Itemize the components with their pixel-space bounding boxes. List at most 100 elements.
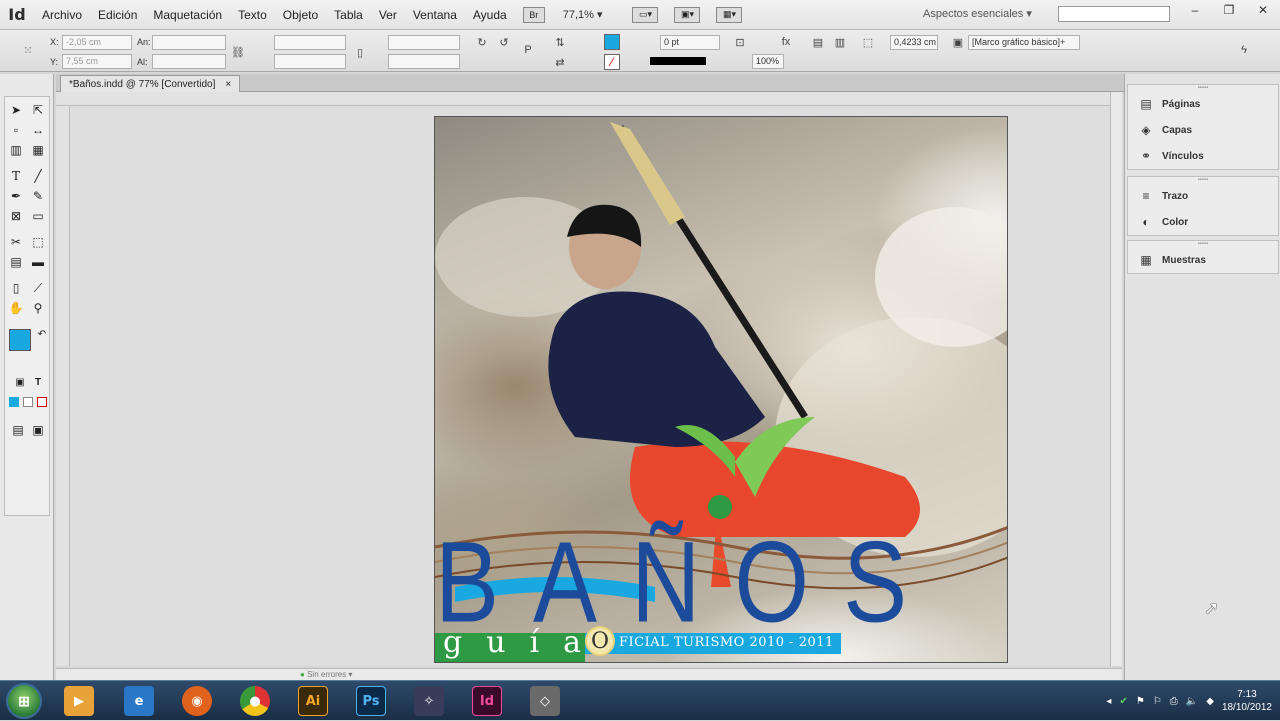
panel-item-paginas[interactable]: ▤ Páginas: [1128, 91, 1278, 117]
direct-selection-tool-icon[interactable]: ⇱: [29, 101, 47, 119]
firefox-icon[interactable]: ◉: [182, 686, 212, 716]
normal-mode-icon[interactable]: ▤: [9, 421, 27, 439]
view-options-icon[interactable]: ▭▾: [632, 6, 659, 23]
object-style-icon[interactable]: ▣: [950, 34, 966, 50]
document-tab[interactable]: *Baños.indd @ 77% [Convertido] ×: [60, 75, 241, 92]
menu-texto[interactable]: Texto: [230, 0, 275, 30]
align-top-icon[interactable]: ▤: [810, 34, 826, 50]
tray-flag-icon[interactable]: ⚐: [1153, 696, 1162, 707]
flip-horizontal-icon[interactable]: ⇅: [552, 34, 568, 50]
rotate-field[interactable]: [388, 35, 460, 50]
y-field[interactable]: 7,55 cm: [62, 54, 132, 69]
menu-maquetacion[interactable]: Maquetación: [145, 0, 230, 30]
eyedropper-tool-icon[interactable]: ⟋: [29, 279, 47, 297]
tray-check-icon[interactable]: ✔: [1119, 696, 1127, 707]
photoshop-icon[interactable]: Ps: [356, 686, 386, 716]
rectangle-frame-tool-icon[interactable]: ⊠: [7, 207, 25, 225]
fitting-field[interactable]: 0,4233 cm: [890, 35, 938, 50]
rotate-ccw-icon[interactable]: ↺: [496, 34, 512, 50]
indesign-icon[interactable]: Id: [472, 686, 502, 716]
fit-content-icon[interactable]: ⊡: [732, 34, 748, 50]
gradient-swatch-tool-icon[interactable]: ▤: [7, 253, 25, 271]
page-tool-icon[interactable]: ▫: [7, 121, 25, 139]
pencil-tool-icon[interactable]: ✎: [29, 187, 47, 205]
apply-none-icon[interactable]: [37, 397, 47, 407]
effects-icon[interactable]: fx: [778, 34, 794, 50]
stroke-weight-field[interactable]: 0 pt: [660, 35, 720, 50]
preview-mode-icon[interactable]: ▣: [29, 421, 47, 439]
restore-icon[interactable]: ❐: [1212, 0, 1246, 20]
gap-tool-icon[interactable]: ↔: [29, 121, 47, 139]
tray-dropbox-icon[interactable]: ◆: [1206, 696, 1214, 707]
constrain-scale-icon[interactable]: ▯: [352, 44, 368, 60]
note-tool-icon[interactable]: ▯: [7, 279, 25, 297]
stroke-swatch[interactable]: ⁄: [604, 54, 620, 70]
tray-volume-icon[interactable]: 🔈: [1186, 696, 1198, 707]
swap-colors-icon[interactable]: ↶: [33, 325, 51, 343]
menu-ventana[interactable]: Ventana: [405, 0, 465, 30]
menu-ayuda[interactable]: Ayuda: [465, 0, 515, 30]
zoom-tool-icon[interactable]: ⚲: [29, 299, 47, 317]
chrome-icon[interactable]: ●: [240, 686, 270, 716]
type-tool-icon[interactable]: T: [7, 167, 25, 185]
scale-y-field[interactable]: [274, 54, 346, 69]
search-input[interactable]: [1058, 6, 1170, 22]
arrange-documents-icon[interactable]: ▦▾: [716, 6, 743, 23]
app-icon[interactable]: ✧: [414, 686, 444, 716]
document-page[interactable]: BAÑOS guía O FICIAL TURISMO 2010 - 2011: [434, 116, 1008, 663]
start-button[interactable]: ⊞: [6, 683, 42, 719]
panel-item-capas[interactable]: ◈ Capas: [1128, 117, 1278, 143]
panel-item-trazo[interactable]: ≡ Trazo: [1128, 183, 1278, 209]
gradient-feather-tool-icon[interactable]: ▬: [29, 253, 47, 271]
stroke-type-sample[interactable]: [650, 57, 706, 65]
menu-objeto[interactable]: Objeto: [275, 0, 326, 30]
fill-color-icon[interactable]: [9, 329, 31, 351]
panel-item-color[interactable]: ◐ Color: [1128, 209, 1278, 235]
lightning-icon[interactable]: ϟ: [1236, 42, 1252, 58]
fill-swatch[interactable]: [604, 34, 620, 50]
width-field[interactable]: [152, 35, 226, 50]
apply-gradient-icon[interactable]: [23, 397, 33, 407]
menu-archivo[interactable]: Archivo: [34, 0, 90, 30]
content-collector-icon[interactable]: ▥: [7, 141, 25, 159]
formatting-container-icon[interactable]: ▣: [11, 373, 29, 391]
workspace-switcher[interactable]: Aspectos esenciales ▾: [923, 7, 1032, 20]
free-transform-tool-icon[interactable]: ⬚: [29, 233, 47, 251]
fitting-icon[interactable]: ⬚: [860, 34, 876, 50]
bridge-button[interactable]: Br: [522, 6, 545, 23]
menu-ver[interactable]: Ver: [371, 0, 405, 30]
media-player-icon[interactable]: ▶: [64, 686, 94, 716]
shear-field[interactable]: [388, 54, 460, 69]
close-icon[interactable]: ✕: [1246, 0, 1280, 20]
zoom-level[interactable]: 77,1% ▾: [563, 8, 603, 21]
minimize-icon[interactable]: –: [1178, 0, 1212, 20]
x-field[interactable]: -2,05 cm: [62, 35, 132, 50]
tray-network-icon[interactable]: ⚑: [1136, 696, 1145, 707]
vertical-scrollbar[interactable]: [1110, 92, 1122, 666]
formatting-text-icon[interactable]: T: [29, 373, 47, 391]
opacity-field[interactable]: 100%: [752, 54, 784, 69]
menu-edicion[interactable]: Edición: [90, 0, 145, 30]
selection-tool-icon[interactable]: ➤: [7, 101, 25, 119]
screen-mode-icon[interactable]: ▣▾: [674, 6, 701, 23]
scale-x-field[interactable]: [274, 35, 346, 50]
rotate-cw-icon[interactable]: ↻: [474, 34, 490, 50]
panel-item-vinculos[interactable]: ⚭ Vínculos: [1128, 143, 1278, 169]
clock[interactable]: 7:13 18/10/2012: [1222, 688, 1272, 714]
tray-arrow-icon[interactable]: ◂: [1106, 696, 1111, 707]
pen-tool-icon[interactable]: ✒: [7, 187, 25, 205]
content-placer-icon[interactable]: ▦: [29, 141, 47, 159]
tool-icon[interactable]: ◇: [530, 686, 560, 716]
close-tab-icon[interactable]: ×: [225, 79, 231, 90]
object-style-select[interactable]: [Marco gráfico básico]+: [968, 35, 1080, 50]
constrain-proportions-icon[interactable]: ⛓: [230, 44, 246, 60]
position-icon[interactable]: P: [520, 42, 536, 58]
illustrator-icon[interactable]: Ai: [298, 686, 328, 716]
scissors-tool-icon[interactable]: ✂: [7, 233, 25, 251]
hand-tool-icon[interactable]: ✋: [7, 299, 25, 317]
line-tool-icon[interactable]: ╱: [29, 167, 47, 185]
tray-printer-icon[interactable]: ⎙: [1170, 696, 1178, 707]
reference-point-icon[interactable]: ⁙: [20, 42, 36, 58]
apply-color-icon[interactable]: [9, 397, 19, 407]
preflight-status[interactable]: ● Sin errores ▾: [300, 670, 352, 679]
